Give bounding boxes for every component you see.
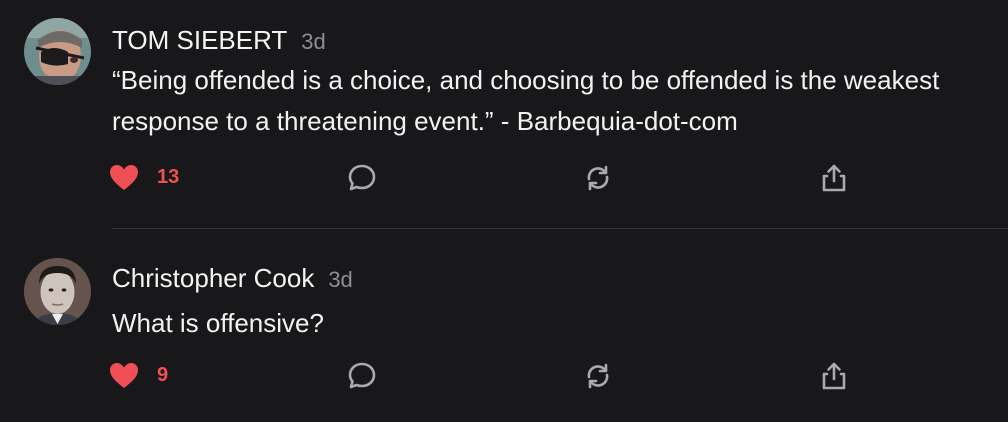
comment: TOM SIEBERT 3d “Being offended is a choi… bbox=[0, 0, 1008, 228]
like-button[interactable]: 13 bbox=[109, 164, 179, 191]
author-name[interactable]: Christopher Cook bbox=[112, 263, 314, 294]
heart-icon bbox=[110, 165, 138, 190]
reply-button[interactable] bbox=[346, 360, 378, 392]
repost-button[interactable] bbox=[582, 162, 614, 194]
heart-icon bbox=[110, 363, 138, 388]
share-icon bbox=[822, 362, 846, 390]
timestamp: 3d bbox=[301, 29, 326, 54]
avatar[interactable] bbox=[24, 18, 91, 85]
speech-bubble-icon bbox=[348, 164, 376, 191]
repost-icon bbox=[587, 165, 609, 191]
action-bar: 9 bbox=[0, 356, 1008, 396]
avatar-eyepatch-man-icon bbox=[24, 18, 91, 85]
like-count: 13 bbox=[157, 166, 180, 188]
speech-bubble-icon bbox=[348, 362, 376, 389]
repost-icon bbox=[587, 363, 609, 389]
like-button[interactable]: 9 bbox=[109, 362, 168, 389]
reply-button[interactable] bbox=[346, 162, 378, 194]
like-count: 9 bbox=[157, 364, 169, 386]
action-bar: 13 bbox=[0, 158, 1008, 198]
share-button[interactable] bbox=[818, 162, 850, 194]
comment-text: What is offensive? bbox=[112, 308, 324, 338]
comment-header: TOM SIEBERT 3d bbox=[112, 25, 326, 56]
avatar-man-portrait-icon bbox=[24, 258, 91, 325]
comment-header: Christopher Cook 3d bbox=[112, 263, 353, 294]
comment-text: “Being offended is a choice, and choosin… bbox=[112, 65, 940, 136]
share-icon bbox=[822, 164, 846, 192]
share-button[interactable] bbox=[818, 360, 850, 392]
timestamp: 3d bbox=[328, 267, 353, 292]
repost-button[interactable] bbox=[582, 360, 614, 392]
author-name[interactable]: TOM SIEBERT bbox=[112, 25, 287, 56]
comment: Christopher Cook 3d What is offensive? 9 bbox=[0, 229, 1008, 422]
avatar[interactable] bbox=[24, 258, 91, 325]
